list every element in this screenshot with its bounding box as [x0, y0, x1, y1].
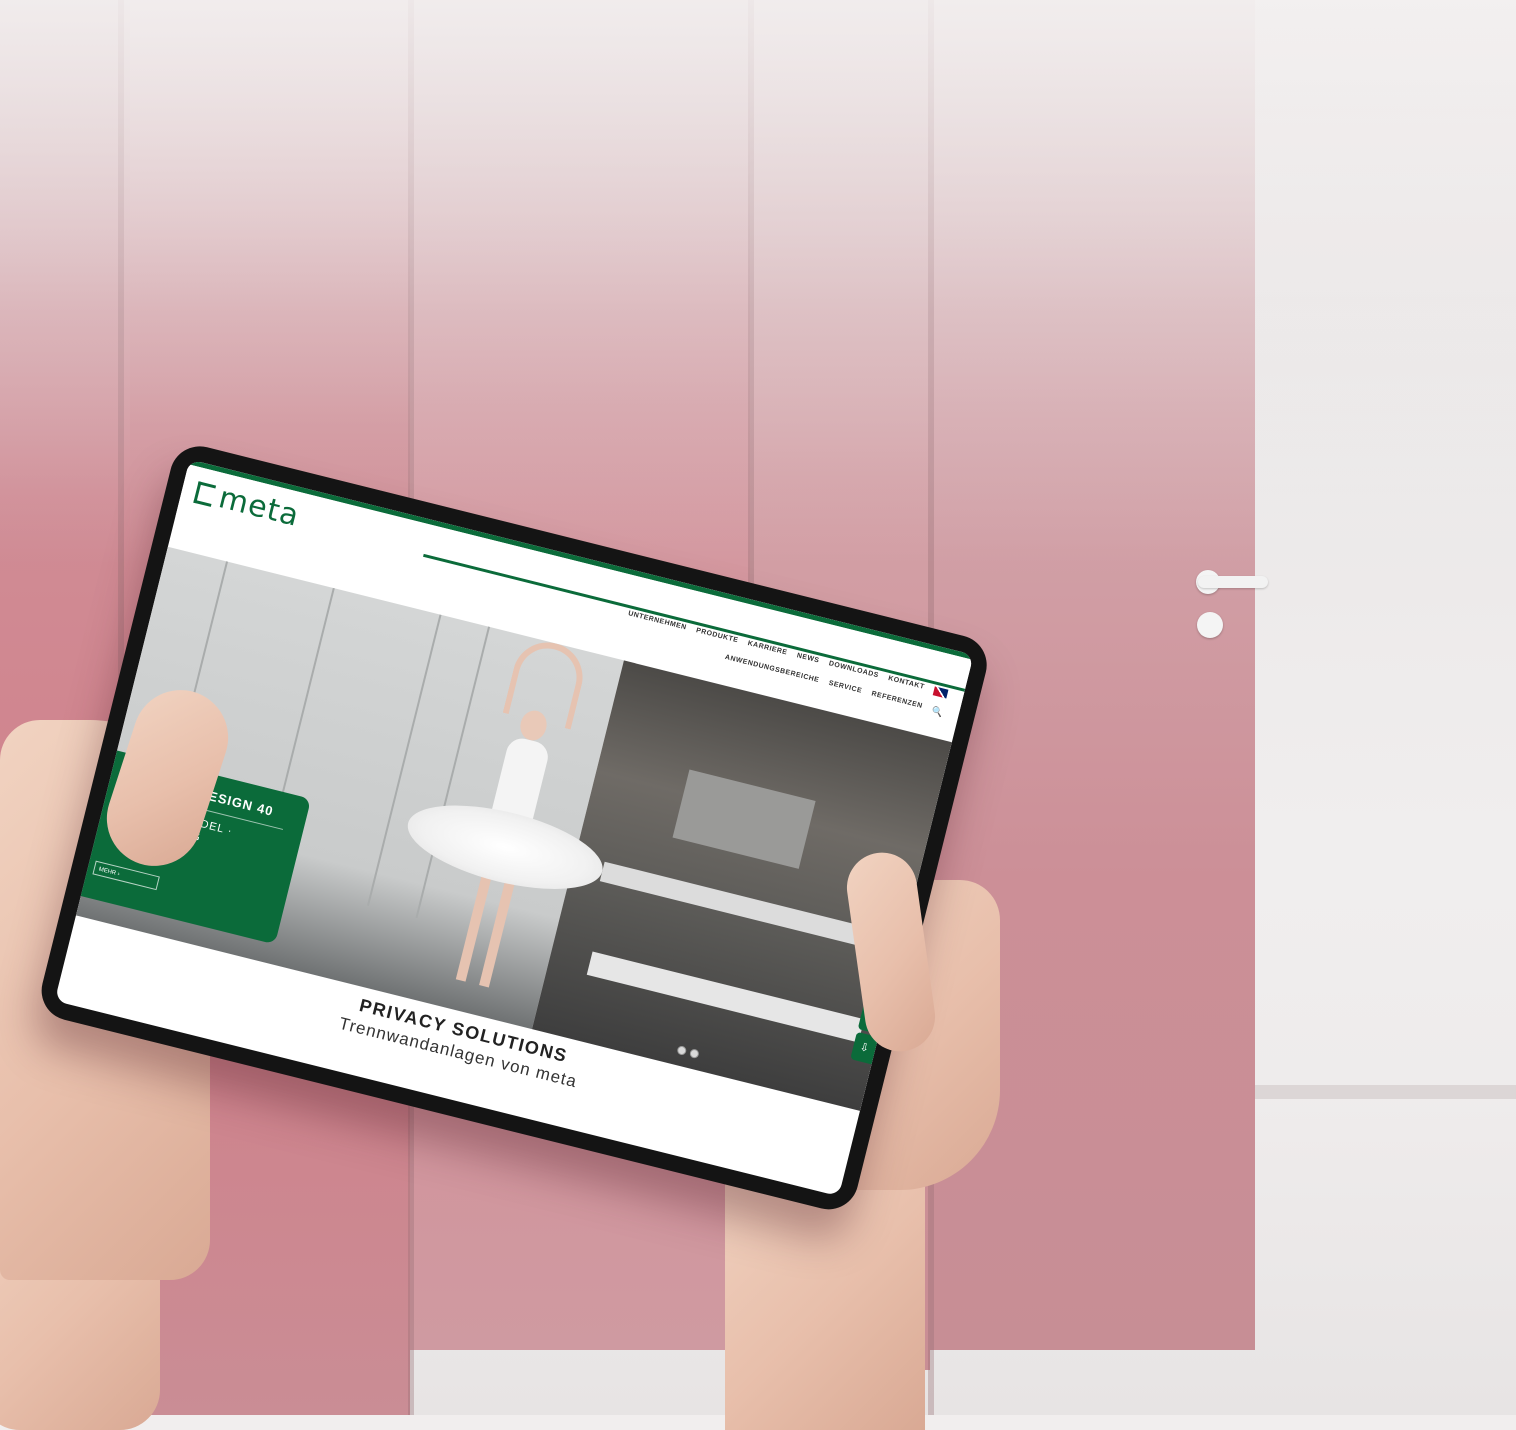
logo-mark-icon [193, 481, 217, 507]
nav-item-service[interactable]: SERVICE [827, 680, 863, 699]
logo-text: meta [215, 480, 304, 534]
slide-button-label: MEHR [97, 866, 117, 877]
search-icon[interactable]: 🔍 [930, 706, 944, 719]
nav-item-referenzen[interactable]: REFERENZEN [870, 690, 924, 713]
slider-dot[interactable] [676, 1045, 688, 1056]
uk-flag-icon[interactable] [932, 686, 949, 699]
